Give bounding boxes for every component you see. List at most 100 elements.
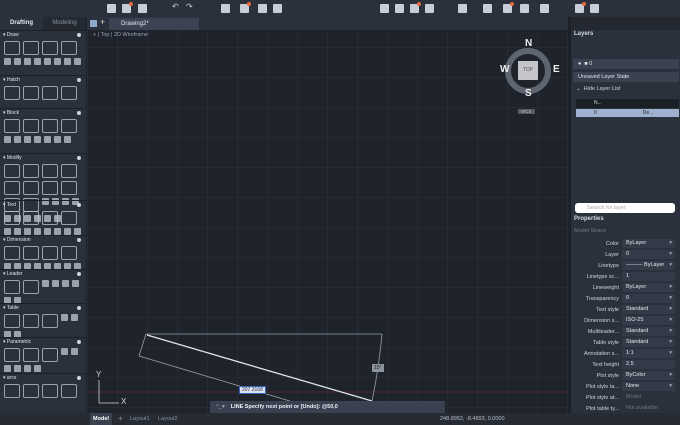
compass-s[interactable]: S — [525, 88, 532, 99]
tool-small-icon[interactable] — [14, 228, 21, 235]
tool-small-icon[interactable] — [24, 365, 31, 372]
tool-icon[interactable] — [42, 181, 58, 195]
toolbar-tool-icon[interactable] — [540, 4, 549, 13]
tool-small-icon[interactable] — [44, 58, 51, 65]
section-header[interactable]: ▾ Block — [0, 109, 86, 118]
property-value[interactable]: Standard — [622, 338, 675, 347]
tool-icon[interactable] — [4, 384, 20, 398]
tool-small-icon[interactable] — [64, 58, 71, 65]
tool-icon[interactable] — [23, 211, 39, 225]
current-layer-select[interactable]: ● ■ 0 — [573, 59, 679, 69]
tool-small-icon[interactable] — [34, 136, 41, 143]
tool-small-icon[interactable] — [62, 280, 69, 287]
property-value[interactable]: 1:1 — [622, 349, 675, 358]
toolbar-tool-icon[interactable] — [520, 4, 529, 13]
compass-w[interactable]: W — [500, 64, 509, 75]
tool-small-icon[interactable] — [64, 228, 71, 235]
section-header[interactable]: ▾ arcs — [0, 374, 86, 383]
section-header[interactable]: ▾ Hatch — [0, 76, 86, 85]
tool-icon[interactable] — [4, 41, 20, 55]
tool-icon[interactable] — [61, 86, 77, 100]
open-icon[interactable] — [122, 2, 133, 13]
toolbar-tool-icon[interactable] — [410, 2, 421, 13]
tool-icon[interactable] — [4, 246, 20, 260]
visual-style-label[interactable]: 2D Wireframe — [114, 32, 148, 38]
tab-layout2[interactable]: Layout2 — [158, 413, 178, 425]
tool-icon[interactable] — [42, 119, 58, 133]
layer-row[interactable]: 0 De... — [576, 109, 679, 117]
tab-drawing2[interactable]: Drawing2* — [109, 18, 199, 30]
tool-icon[interactable] — [23, 164, 39, 178]
tool-icon[interactable] — [61, 384, 77, 398]
layer-search-input[interactable]: Search for layer — [575, 203, 675, 213]
tool-icon[interactable] — [42, 41, 58, 55]
layer-state-select[interactable]: Unsaved Layer State — [573, 72, 679, 82]
property-value[interactable]: ByLayer — [622, 283, 675, 292]
tool-small-icon[interactable] — [24, 228, 31, 235]
ucs-menu[interactable]: WCS — [518, 109, 535, 114]
tool-icon[interactable] — [23, 119, 39, 133]
compass-e[interactable]: E — [553, 64, 560, 75]
tool-small-icon[interactable] — [42, 280, 49, 287]
tool-small-icon[interactable] — [64, 136, 71, 143]
new-tab-icon[interactable]: + — [100, 17, 105, 27]
tool-small-icon[interactable] — [71, 314, 78, 321]
tool-small-icon[interactable] — [72, 280, 79, 287]
section-header[interactable]: ▾ Text — [0, 201, 86, 210]
tool-icon[interactable] — [42, 164, 58, 178]
tool-small-icon[interactable] — [74, 58, 81, 65]
tool-small-icon[interactable] — [4, 365, 11, 372]
section-header[interactable]: ▾ Leader — [0, 270, 86, 279]
section-header[interactable]: ▾ Draw — [0, 31, 86, 40]
section-header[interactable]: ▾ Parametric — [0, 338, 86, 347]
tool-small-icon[interactable] — [71, 348, 78, 355]
toolbar-tool-icon[interactable] — [395, 4, 404, 13]
tool-small-icon[interactable] — [34, 365, 41, 372]
tool-icon[interactable] — [23, 384, 39, 398]
property-value[interactable]: 0 — [622, 294, 675, 303]
dimension-input[interactable]: 207.3168 — [239, 386, 266, 394]
tool-small-icon[interactable] — [4, 58, 11, 65]
tool-small-icon[interactable] — [34, 228, 41, 235]
section-header[interactable]: ▾ Modify — [0, 154, 86, 163]
tool-icon[interactable] — [23, 41, 39, 55]
viewcube-top-face[interactable]: TOP — [518, 61, 538, 80]
viewport-controls[interactable]: + | Top | 2D Wireframe — [93, 32, 148, 38]
property-value[interactable]: ISO-25 — [622, 316, 675, 325]
tab-model[interactable]: Model — [90, 413, 112, 425]
publish-icon[interactable] — [258, 4, 267, 13]
command-line[interactable]: ⁼_▾ LINE Specify next point or [Undo]: @5… — [210, 401, 445, 413]
tool-small-icon[interactable] — [14, 136, 21, 143]
tool-small-icon[interactable] — [14, 365, 21, 372]
tool-icon[interactable] — [61, 164, 77, 178]
property-value[interactable]: 0 — [622, 250, 675, 259]
tool-small-icon[interactable] — [54, 228, 61, 235]
grid-menu-icon[interactable] — [90, 20, 97, 27]
tool-icon[interactable] — [42, 246, 58, 260]
tool-icon[interactable] — [4, 314, 20, 328]
add-layout-icon[interactable]: + — [118, 413, 123, 425]
tool-small-icon[interactable] — [52, 280, 59, 287]
toolbar-tool-icon[interactable] — [458, 4, 467, 13]
toolbar-tool-icon[interactable] — [575, 2, 586, 13]
tool-icon[interactable] — [23, 280, 39, 294]
tool-icon[interactable] — [42, 314, 58, 328]
tool-small-icon[interactable] — [54, 136, 61, 143]
toolbar-tool-icon[interactable] — [590, 4, 599, 13]
toolbar-tool-icon[interactable] — [503, 2, 514, 13]
compass-n[interactable]: N — [525, 38, 532, 49]
property-value[interactable]: 1 — [622, 272, 675, 281]
property-value[interactable]: 2.5 — [622, 360, 675, 369]
tool-icon[interactable] — [61, 119, 77, 133]
property-value[interactable]: Standard — [622, 327, 675, 336]
tool-icon[interactable] — [4, 211, 20, 225]
toolbar-tool-icon[interactable] — [380, 4, 389, 13]
tool-icon[interactable] — [61, 181, 77, 195]
tool-icon[interactable] — [4, 181, 20, 195]
section-header[interactable]: ▾ Table — [0, 304, 86, 313]
property-value[interactable]: ——— ByLayer — [622, 261, 675, 270]
property-value[interactable]: None — [622, 382, 675, 391]
property-value[interactable]: ByLayer — [622, 239, 675, 248]
command-history-icon[interactable]: ⁼_▾ — [210, 404, 231, 410]
tool-small-icon[interactable] — [4, 228, 11, 235]
